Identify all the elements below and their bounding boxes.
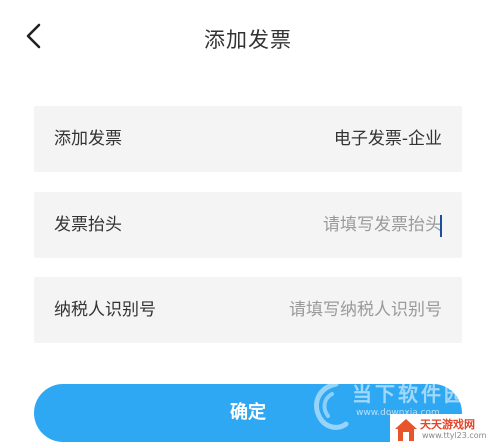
header-bar: 添加发票: [0, 0, 496, 72]
text-cursor: [440, 215, 442, 237]
taxpayer-id-input[interactable]: [212, 295, 442, 325]
invoice-type-value[interactable]: 电子发票-企业: [334, 106, 442, 172]
taxpayer-id-row: 纳税人识别号: [34, 277, 462, 343]
corner-logo-text: 天天游戏网: [420, 418, 475, 431]
invoice-title-label: 发票抬头: [54, 215, 122, 235]
house-logo-icon: [395, 419, 417, 441]
invoice-type-label: 添加发票: [54, 129, 122, 149]
invoice-title-input[interactable]: [212, 210, 442, 240]
invoice-title-row: 发票抬头: [34, 192, 462, 258]
corner-logo: 天天游戏网 www.ttyl23.com: [390, 414, 496, 445]
page-title: 添加发票: [204, 28, 292, 52]
invoice-type-row[interactable]: 添加发票 电子发票-企业: [34, 106, 462, 172]
corner-logo-url: www.ttyl23.com: [422, 431, 487, 440]
taxpayer-id-label: 纳税人识别号: [54, 300, 156, 320]
